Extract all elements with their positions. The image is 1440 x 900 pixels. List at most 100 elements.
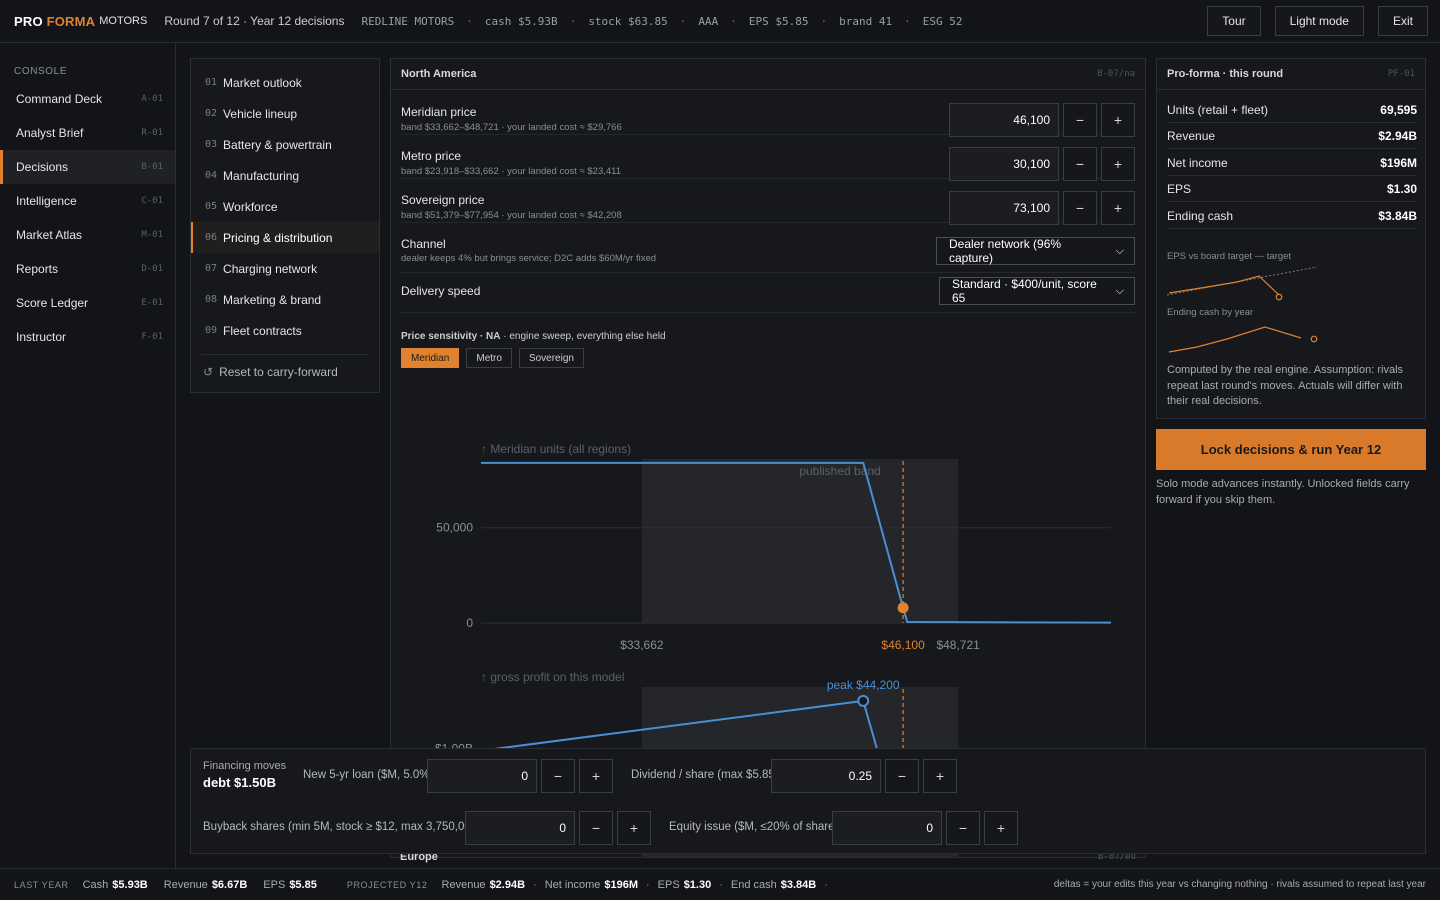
panel-title: North America bbox=[401, 68, 477, 80]
proforma-row-net-income: Net income $196M bbox=[1167, 150, 1417, 176]
projected-eps: $1.30 bbox=[683, 878, 712, 891]
last-year-revenue: $6.67B bbox=[211, 878, 248, 891]
loan-input[interactable]: 0 bbox=[427, 759, 537, 793]
chevron-down-icon: ⌵ bbox=[1115, 284, 1124, 297]
equity-decrement-button[interactable]: − bbox=[946, 811, 980, 845]
metro-decrement-button[interactable]: − bbox=[1063, 147, 1097, 181]
sovereign-price-input[interactable]: 73,100 bbox=[949, 191, 1059, 225]
units-x-tick-label: $46,100 bbox=[881, 638, 925, 652]
lock-decisions-button[interactable]: Lock decisions & run Year 12 bbox=[1156, 429, 1426, 470]
eps-sparkline-label: EPS vs board target --- target bbox=[1167, 251, 1292, 262]
cash-projected-dot bbox=[1310, 335, 1318, 343]
tab-sovereign[interactable]: Sovereign bbox=[518, 348, 584, 368]
buyback-decrement-button[interactable]: − bbox=[579, 811, 613, 845]
tab-metro[interactable]: Metro bbox=[466, 348, 512, 368]
subnav-item-pricing-distribution[interactable]: 06 Pricing & distribution bbox=[191, 222, 379, 253]
footer-note: deltas = your edits this year vs changin… bbox=[1053, 879, 1426, 890]
company-stats: REDLINE MOTORS · cash $5.93B · stock $63.8… bbox=[361, 14, 963, 28]
units-x-tick-label: $48,721 bbox=[936, 638, 980, 652]
sovereign-decrement-button[interactable]: − bbox=[1063, 191, 1097, 225]
brand-subtitle: MOTORS bbox=[99, 15, 148, 27]
light-mode-button[interactable]: Light mode bbox=[1274, 6, 1364, 36]
projected-tag: PROJECTED Y12 bbox=[346, 879, 428, 890]
reset-carry-forward-button[interactable]: ↺ Reset to carry-forward bbox=[191, 355, 379, 389]
subnav-item-battery-powertrain[interactable]: 03 Battery & powertrain bbox=[191, 129, 379, 160]
metro-increment-button[interactable]: + bbox=[1101, 147, 1135, 181]
subnav-item-charging-network[interactable]: 07 Charging network bbox=[191, 253, 379, 284]
units-y-tick-label: 50,000 bbox=[436, 521, 473, 535]
subnav-item-workforce[interactable]: 05 Workforce bbox=[191, 191, 379, 222]
dividend-increment-button[interactable]: + bbox=[923, 759, 957, 793]
decisions-subnav: 01 Market outlook 02 Vehicle lineup 03 Batt… bbox=[190, 58, 380, 393]
financing-label: Financing moves bbox=[203, 760, 287, 772]
sidebar-item-decisions[interactable]: Decisions B-01 bbox=[0, 150, 175, 184]
sovereign-increment-button[interactable]: + bbox=[1101, 191, 1135, 225]
top-bar: PRO FORMA MOTORS Round 7 of 12 · Year 12… bbox=[0, 0, 1440, 43]
eps-sparkline bbox=[1167, 266, 1318, 301]
proforma-code: PF-01 bbox=[1387, 69, 1415, 79]
sidebar-item-instructor[interactable]: Instructor F-01 bbox=[0, 320, 175, 354]
tab-meridian[interactable]: Meridian bbox=[401, 348, 460, 368]
dividend-label: Dividend / share (max $5.85) bbox=[631, 769, 779, 781]
subnav-item-vehicle-lineup[interactable]: 02 Vehicle lineup bbox=[191, 98, 379, 129]
last-year-eps: $5.85 bbox=[289, 878, 317, 891]
loan-label: New 5-yr loan ($M, 5.0%) bbox=[303, 769, 434, 781]
channel-select[interactable]: Dealer network (96% capture) ⌵ bbox=[936, 237, 1135, 265]
cash-history-line bbox=[1168, 326, 1302, 353]
financing-panel: Financing moves debt $1.50B New 5-yr loa… bbox=[190, 748, 1426, 854]
price-row-metro: Metro price band $23,918–$33,662 · your … bbox=[401, 135, 1135, 181]
company-name: REDLINE MOTORS bbox=[361, 14, 455, 28]
loan-decrement-button[interactable]: − bbox=[541, 759, 575, 793]
proforma-row-revenue: Revenue $2.94B bbox=[1167, 123, 1417, 149]
sidebar-item-reports[interactable]: Reports D-01 bbox=[0, 252, 175, 286]
equity-input[interactable]: 0 bbox=[832, 811, 942, 845]
subnav-item-manufacturing[interactable]: 04 Manufacturing bbox=[191, 160, 379, 191]
sensitivity-title: Price sensitivity · NA · engine sweep, e… bbox=[401, 331, 666, 342]
loan-increment-button[interactable]: + bbox=[579, 759, 613, 793]
buyback-input[interactable]: 0 bbox=[465, 811, 575, 845]
debt-value: debt $1.50B bbox=[203, 775, 276, 790]
projected-end-cash: $3.84B bbox=[780, 878, 817, 891]
cash-sparkline-label: Ending cash by year bbox=[1167, 307, 1254, 318]
sidebar-item-analyst-brief[interactable]: Analyst Brief R-01 bbox=[0, 116, 175, 150]
delivery-speed-select[interactable]: Standard · $400/unit, score 65 ⌵ bbox=[939, 277, 1135, 305]
meridian-increment-button[interactable]: + bbox=[1101, 103, 1135, 137]
eps-stat: EPS $5.85 bbox=[748, 14, 809, 28]
dividend-input[interactable]: 0.25 bbox=[771, 759, 881, 793]
dividend-decrement-button[interactable]: − bbox=[885, 759, 919, 793]
sidebar-item-market-atlas[interactable]: Market Atlas M-01 bbox=[0, 218, 175, 252]
exit-button[interactable]: Exit bbox=[1377, 6, 1428, 36]
subnav-item-market-outlook[interactable]: 01 Market outlook bbox=[191, 67, 379, 98]
proforma-title: Pro-forma · this round bbox=[1167, 68, 1284, 80]
subnav-item-fleet-contracts[interactable]: 09 Fleet contracts bbox=[191, 315, 379, 346]
sidebar-item-command-deck[interactable]: Command Deck A-01 bbox=[0, 82, 175, 116]
proforma-note: Computed by the real engine. Assumption:… bbox=[1167, 364, 1404, 407]
cash-stat: cash $5.93B bbox=[484, 14, 558, 28]
sidebar-item-score-ledger[interactable]: Score Ledger E-01 bbox=[0, 286, 175, 320]
equity-increment-button[interactable]: + bbox=[984, 811, 1018, 845]
buyback-label: Buyback shares (min 5M, stock ≥ $12, max… bbox=[203, 821, 481, 833]
sidebar-item-intelligence[interactable]: Intelligence C-01 bbox=[0, 184, 175, 218]
units-band-shade bbox=[641, 459, 959, 623]
round-indicator: Round 7 of 12 · Year 12 decisions bbox=[164, 14, 345, 28]
buyback-increment-button[interactable]: + bbox=[617, 811, 651, 845]
lock-note: Solo mode advances instantly. Unlocked f… bbox=[1156, 478, 1410, 506]
profit-peak-label: peak $44,200 bbox=[827, 678, 900, 692]
channel-row: Channel dealer keeps 4% but brings servi… bbox=[401, 223, 1135, 273]
last-year-tag: LAST YEAR bbox=[14, 879, 69, 890]
units-current-point bbox=[897, 602, 909, 614]
meridian-decrement-button[interactable]: − bbox=[1063, 103, 1097, 137]
cash-sparkline bbox=[1168, 326, 1318, 353]
stock-stat: stock $63.85 bbox=[588, 14, 668, 28]
last-year-cash: $5.93B bbox=[112, 878, 148, 891]
tour-button[interactable]: Tour bbox=[1207, 6, 1261, 36]
subnav-item-marketing-brand[interactable]: 08 Marketing & brand bbox=[191, 284, 379, 315]
metro-price-input[interactable]: 30,100 bbox=[949, 147, 1059, 181]
eps-history-line bbox=[1168, 275, 1280, 296]
units-band-annotation: published band bbox=[799, 464, 880, 478]
proforma-row-units: Units (retail + fleet) 69,595 bbox=[1167, 97, 1417, 123]
units-y-tick-label: 0 bbox=[466, 616, 473, 630]
sidebar-heading: CONSOLE bbox=[14, 66, 68, 77]
meridian-price-input[interactable]: 46,100 bbox=[949, 103, 1059, 137]
projected-revenue: $2.94B bbox=[489, 878, 526, 891]
